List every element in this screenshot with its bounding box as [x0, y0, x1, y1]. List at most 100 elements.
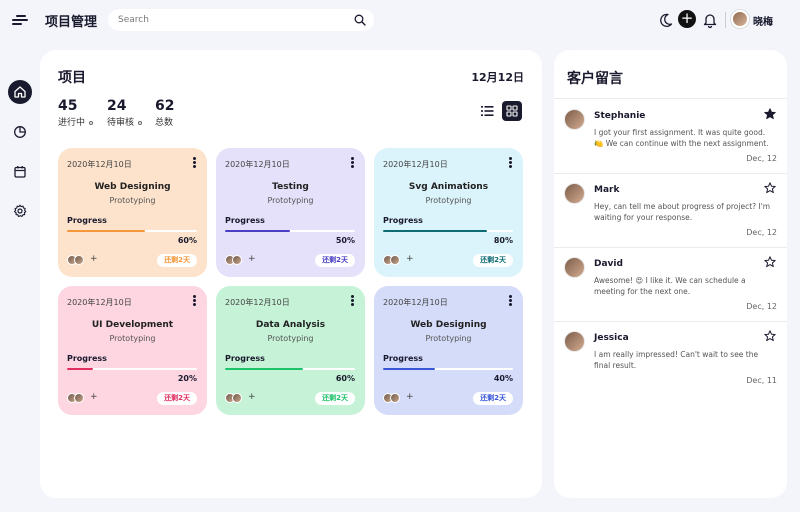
- card-subtitle: Prototyping: [267, 196, 314, 205]
- top-bar: 项目管理 + 晓梅: [0, 0, 800, 40]
- days-left-badge: 还剩2天: [157, 392, 197, 405]
- progress-label: Progress: [383, 216, 423, 225]
- progress-bar: [67, 368, 197, 370]
- user-name[interactable]: 晓梅: [753, 13, 773, 28]
- message-item[interactable]: Jessica I am really impressed! Can't wait…: [554, 322, 787, 396]
- member-avatars: +: [67, 392, 107, 403]
- project-card[interactable]: 2020年12月10日 Testing Prototyping Progress 50%…: [216, 148, 365, 277]
- stat-label: 进行中: [58, 115, 94, 128]
- add-member-icon[interactable]: +: [90, 392, 98, 402]
- avatar[interactable]: [731, 10, 749, 28]
- project-card[interactable]: 2020年12月10日 Svg Animations Prototyping Prog…: [374, 148, 523, 277]
- avatar: [232, 255, 242, 265]
- progress-bar: [383, 368, 513, 370]
- menu-icon[interactable]: [12, 13, 28, 27]
- nav-analytics[interactable]: [8, 120, 32, 144]
- progress-fill: [383, 368, 435, 370]
- home-icon: [14, 86, 26, 98]
- calendar-icon: [14, 166, 26, 178]
- plus-icon[interactable]: +: [678, 10, 696, 28]
- add-member-icon[interactable]: +: [248, 392, 256, 402]
- project-card[interactable]: 2020年12月10日 Web Designing Prototyping Progr…: [58, 148, 207, 277]
- card-date: 2020年12月10日: [383, 160, 448, 169]
- add-member-icon[interactable]: +: [248, 254, 256, 264]
- stat-total: 62 总数: [155, 98, 174, 128]
- nav-settings[interactable]: [8, 199, 32, 223]
- card-title: Svg Animations: [408, 182, 489, 192]
- member-avatars: +: [383, 254, 423, 265]
- add-member-icon[interactable]: +: [90, 254, 98, 264]
- grid-icon[interactable]: [502, 101, 522, 121]
- add-member-icon[interactable]: +: [406, 392, 414, 402]
- card-subtitle: Prototyping: [425, 334, 472, 343]
- add-member-icon[interactable]: +: [406, 254, 414, 264]
- project-card[interactable]: 2020年12月10日 Data Analysis Prototyping Progr…: [216, 286, 365, 415]
- avatar: [390, 393, 400, 403]
- message-time: Dec, 12: [746, 302, 777, 311]
- more-vertical-icon[interactable]: [509, 295, 513, 307]
- stat-label: 总数: [155, 118, 174, 128]
- member-avatars: +: [225, 254, 265, 265]
- card-date: 2020年12月10日: [67, 298, 132, 307]
- nav-home[interactable]: [8, 80, 32, 104]
- star-icon[interactable]: [764, 330, 776, 342]
- progress-bar: [225, 230, 355, 232]
- list-icon[interactable]: [478, 102, 496, 120]
- page-title: 项目: [58, 70, 86, 86]
- search-input[interactable]: [118, 12, 338, 28]
- avatar: [74, 255, 84, 265]
- star-icon[interactable]: [764, 256, 776, 268]
- project-card[interactable]: 2020年12月10日 Web Designing Prototyping Progr…: [374, 286, 523, 415]
- progress-label: Progress: [225, 216, 265, 225]
- message-author: Jessica: [594, 333, 629, 343]
- star-icon[interactable]: [764, 108, 776, 120]
- message-item[interactable]: Stephanie I got your first assignment. It…: [554, 100, 787, 174]
- card-title: Web Designing: [94, 182, 171, 192]
- message-time: Dec, 12: [746, 228, 777, 237]
- progress-bar: [383, 230, 513, 232]
- message-time: Dec, 11: [746, 376, 777, 385]
- project-card[interactable]: 2020年12月10日 UI Development Prototyping Prog…: [58, 286, 207, 415]
- search-icon[interactable]: [354, 14, 366, 26]
- message-text: I got your first assignment. It was quit…: [594, 128, 769, 148]
- more-vertical-icon[interactable]: [351, 157, 355, 169]
- message-text: Hey, can tell me about progress of proje…: [594, 202, 771, 222]
- progress-fill: [67, 368, 93, 370]
- bell-icon[interactable]: [702, 10, 718, 30]
- divider: [554, 98, 787, 99]
- message-author: David: [594, 259, 623, 269]
- progress-percent: 20%: [177, 374, 197, 383]
- more-vertical-icon[interactable]: [193, 157, 197, 169]
- messages-panel: 客户留言 Stephanie I got your first assignmen…: [554, 50, 787, 498]
- more-vertical-icon[interactable]: [509, 157, 513, 169]
- avatar: [564, 109, 585, 130]
- more-vertical-icon[interactable]: [193, 295, 197, 307]
- avatar: [564, 331, 585, 352]
- avatar: [74, 393, 84, 403]
- star-icon[interactable]: [764, 182, 776, 194]
- message-item[interactable]: David Awesome! 😍 I like it. We can schedu…: [554, 248, 787, 322]
- progress-percent: 60%: [335, 374, 355, 383]
- more-vertical-icon[interactable]: [351, 295, 355, 307]
- card-date: 2020年12月10日: [225, 160, 290, 169]
- progress-percent: 40%: [493, 374, 513, 383]
- card-subtitle: Prototyping: [109, 196, 156, 205]
- member-avatars: +: [225, 392, 265, 403]
- progress-fill: [383, 230, 487, 232]
- pie-chart-icon: [14, 126, 26, 138]
- stat-value: 62: [155, 98, 175, 114]
- stat-value: 24: [107, 98, 127, 114]
- nav-calendar[interactable]: [8, 160, 32, 184]
- divider: [725, 12, 726, 28]
- moon-icon[interactable]: [658, 10, 674, 30]
- message-text: Awesome! 😍 I like it. We can schedule a …: [594, 276, 746, 296]
- progress-fill: [67, 230, 145, 232]
- message-time: Dec, 12: [746, 154, 777, 163]
- message-item[interactable]: Mark Hey, can tell me about progress of p…: [554, 174, 787, 248]
- days-left-badge: 还剩2天: [473, 392, 513, 405]
- days-left-badge: 还剩2天: [473, 254, 513, 267]
- current-date: 12月12日: [471, 71, 524, 84]
- message-text: I am really impressed! Can't wait to see…: [594, 350, 759, 370]
- card-date: 2020年12月10日: [383, 298, 448, 307]
- top-right-actions: + 晓梅: [658, 10, 788, 30]
